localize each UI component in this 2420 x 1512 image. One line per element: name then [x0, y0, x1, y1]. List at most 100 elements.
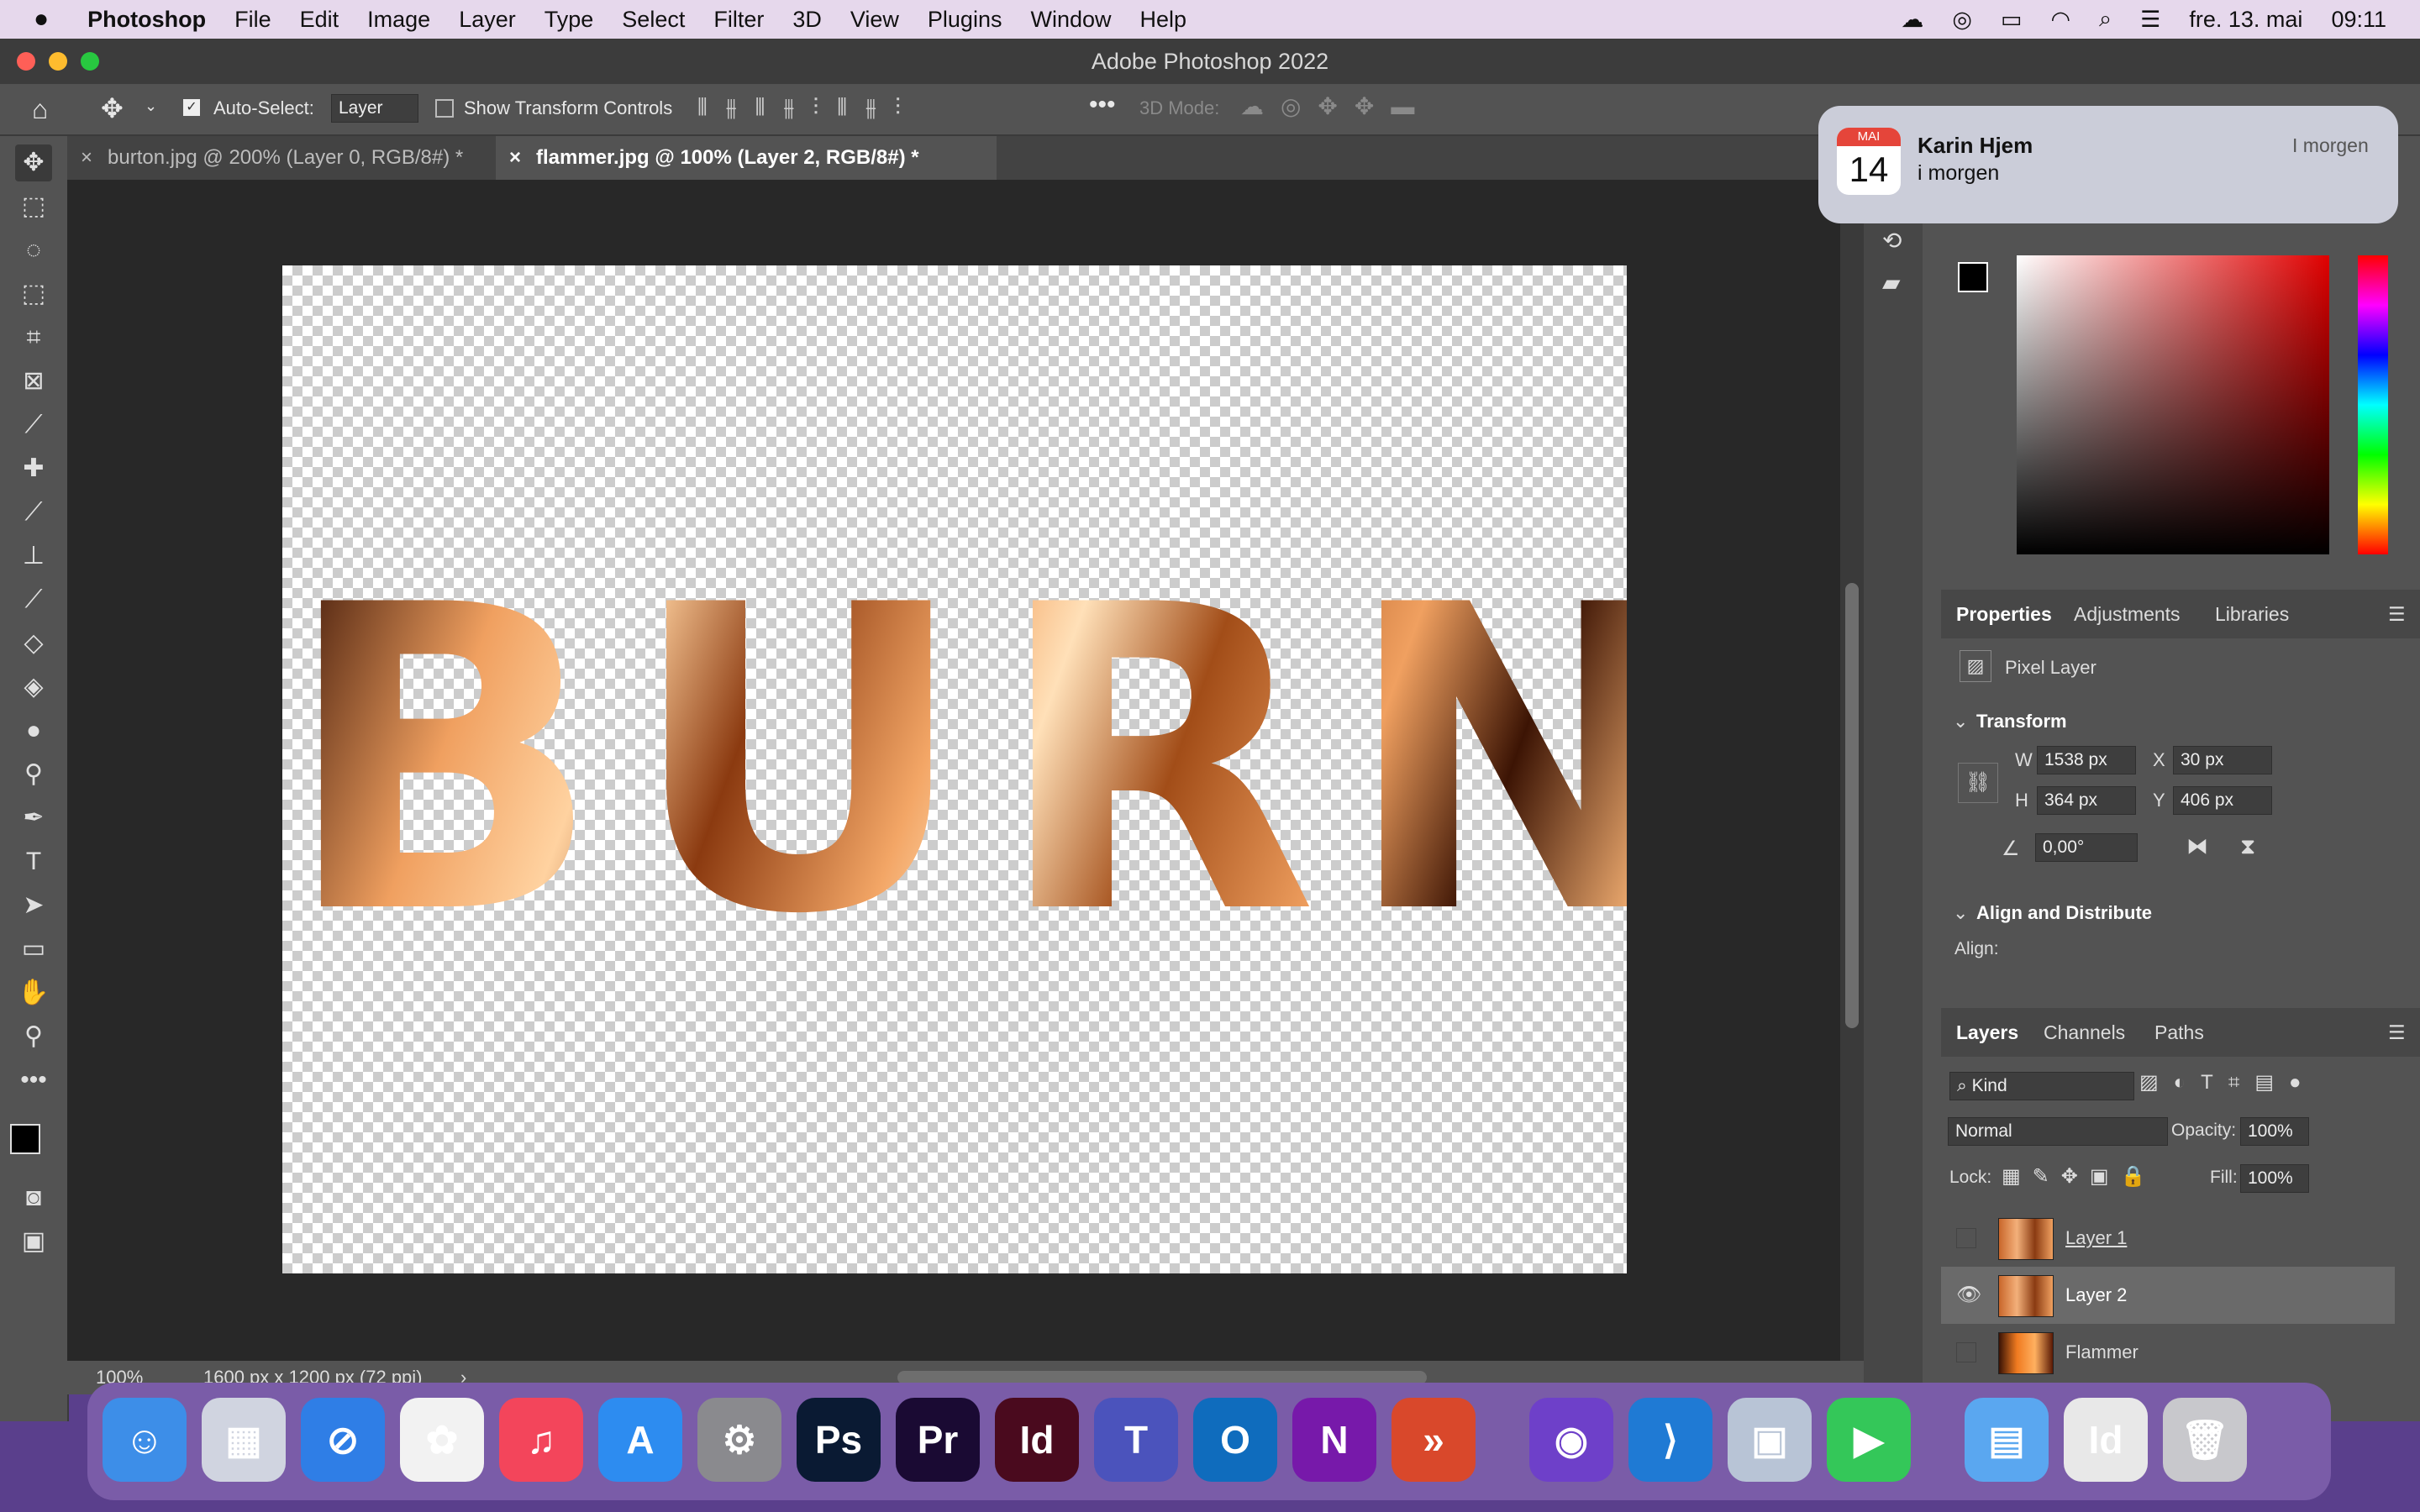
eyedropper-tool-icon[interactable]: ⟋	[15, 407, 52, 444]
close-window-button[interactable]	[17, 52, 35, 71]
dock-launchpad-icon[interactable]: ▦	[202, 1398, 286, 1482]
menu-view[interactable]: View	[850, 7, 899, 33]
minimize-window-button[interactable]	[49, 52, 67, 71]
menu-file[interactable]: File	[234, 7, 271, 33]
screen-mode-icon[interactable]: ▣	[15, 1223, 52, 1260]
dock-teams-icon[interactable]: T	[1094, 1398, 1178, 1482]
search-icon[interactable]: ⌕	[2099, 6, 2112, 33]
menu-image[interactable]: Image	[367, 7, 430, 33]
dock-onenote-icon[interactable]: N	[1292, 1398, 1376, 1482]
x-field[interactable]: 30 px	[2173, 746, 2272, 774]
dock-trash-icon[interactable]: 🗑	[2163, 1398, 2247, 1482]
3d-mode-icons[interactable]: ☁◎✥✥▬	[1240, 92, 1431, 120]
hue-slider[interactable]	[2358, 255, 2388, 554]
layer-row-layer-1[interactable]: Layer 1	[1941, 1210, 2395, 1267]
move-tool-icon[interactable]: ✥	[15, 144, 52, 181]
menu-filter[interactable]: Filter	[713, 7, 764, 33]
close-tab-icon[interactable]: ×	[81, 136, 92, 180]
app-menu[interactable]: Photoshop	[87, 7, 206, 33]
comments-icon[interactable]: ▰	[1882, 269, 1901, 297]
healing-brush-icon[interactable]: ✚	[15, 450, 52, 487]
dock-music-icon[interactable]: ♫	[499, 1398, 583, 1482]
dock-outlook-icon[interactable]: O	[1193, 1398, 1277, 1482]
dock-preview-icon[interactable]: ▣	[1728, 1398, 1812, 1482]
visibility-toggle[interactable]	[1956, 1342, 1976, 1362]
angle-field[interactable]: 0,00°	[2035, 833, 2138, 862]
frame-tool-icon[interactable]: ⊠	[15, 363, 52, 400]
creative-cloud-icon[interactable]: ◎	[1952, 7, 1972, 33]
visibility-toggle[interactable]	[1956, 1228, 1976, 1248]
home-icon[interactable]: ⌂	[32, 94, 48, 125]
lock-icons[interactable]: ▦✎✥▣🔒	[2002, 1164, 2157, 1189]
layer-filter-icons[interactable]: ▨◐T⌗▤●	[2139, 1070, 2317, 1095]
dock-facetime-icon[interactable]: ▶	[1827, 1398, 1911, 1482]
dock-premiere-pro-icon[interactable]: Pr	[896, 1398, 980, 1482]
dodge-tool-icon[interactable]: ⚲	[15, 756, 52, 793]
dock-github-desktop-icon[interactable]: ◉	[1529, 1398, 1613, 1482]
y-field[interactable]: 406 px	[2173, 786, 2272, 815]
layer-row-layer-2[interactable]: 👁 Layer 2	[1941, 1267, 2395, 1324]
cloud-icon[interactable]: ☁	[1901, 7, 1923, 33]
dock-app-store-icon[interactable]: A	[598, 1398, 682, 1482]
menu-help[interactable]: Help	[1140, 7, 1187, 33]
menubar-date[interactable]: fre. 13. mai	[2189, 7, 2302, 33]
tab-flammer[interactable]: × flammer.jpg @ 100% (Layer 2, RGB/8#) *	[496, 136, 997, 180]
menu-type[interactable]: Type	[544, 7, 594, 33]
dock-downloads-icon[interactable]: ▤	[1965, 1398, 2049, 1482]
panel-menu-icon[interactable]: ☰	[2388, 1008, 2406, 1057]
show-transform-checkbox[interactable]	[435, 99, 454, 118]
menu-layer[interactable]: Layer	[459, 7, 516, 33]
layer-name[interactable]: Layer 2	[2065, 1267, 2127, 1324]
paint-bucket-icon[interactable]: ◈	[15, 669, 52, 706]
stamp-tool-icon[interactable]: ⊥	[15, 538, 52, 575]
layer-row-flammer[interactable]: Flammer	[1941, 1324, 2395, 1381]
auto-select-dropdown[interactable]: Layer	[331, 94, 418, 123]
zoom-tool-icon[interactable]: ⚲	[15, 1018, 52, 1055]
lasso-tool-icon[interactable]: ◌	[15, 232, 52, 269]
fill-field[interactable]: 100%	[2240, 1164, 2309, 1193]
rectangle-tool-icon[interactable]: ▭	[15, 931, 52, 968]
blur-tool-icon[interactable]: ●	[15, 712, 52, 749]
chevron-down-icon[interactable]: ⌄	[1953, 902, 1968, 924]
dock-indesign-icon[interactable]: Id	[995, 1398, 1079, 1482]
edit-toolbar-icon[interactable]: •••	[15, 1062, 52, 1099]
wifi-icon[interactable]: ◠	[2050, 7, 2070, 33]
filter-kind-dropdown[interactable]: ⌕ Kind	[1949, 1072, 2134, 1100]
tab-paths[interactable]: Paths	[2154, 1008, 2204, 1057]
tab-libraries[interactable]: Libraries	[2215, 590, 2289, 638]
menu-edit[interactable]: Edit	[300, 7, 339, 33]
height-field[interactable]: 364 px	[2037, 786, 2136, 815]
chevron-down-icon[interactable]: ⌄	[145, 97, 157, 115]
zoom-window-button[interactable]	[81, 52, 99, 71]
apple-menu-icon[interactable]: ●	[34, 5, 49, 34]
tab-layers[interactable]: Layers	[1956, 1008, 2018, 1057]
dock-finder-icon[interactable]: ☺	[103, 1398, 187, 1482]
color-field[interactable]	[2017, 255, 2329, 554]
layer-name[interactable]: Flammer	[2065, 1324, 2139, 1381]
dock-safari-icon[interactable]: ⊘	[301, 1398, 385, 1482]
path-selection-icon[interactable]: ➤	[15, 887, 52, 924]
layer-name[interactable]: Layer 1	[2065, 1210, 2127, 1267]
crop-tool-icon[interactable]: ⌗	[15, 319, 52, 356]
dock-vs-code-icon[interactable]: ⟩	[1628, 1398, 1712, 1482]
marquee-tool-icon[interactable]: ⬚	[15, 188, 52, 225]
menu-3d[interactable]: 3D	[792, 7, 822, 33]
document-canvas[interactable]: BURN	[282, 265, 1695, 1273]
tab-channels[interactable]: Channels	[2044, 1008, 2125, 1057]
close-tab-icon[interactable]: ×	[509, 136, 521, 180]
menu-select[interactable]: Select	[622, 7, 685, 33]
dock-system-preferences-icon[interactable]: ⚙	[697, 1398, 781, 1482]
more-options-icon[interactable]: •••	[1089, 91, 1116, 119]
blend-mode-dropdown[interactable]: Normal	[1948, 1117, 2168, 1146]
brush-tool-icon[interactable]: ⟋	[15, 494, 52, 531]
dock-photoshop-icon[interactable]: Ps	[797, 1398, 881, 1482]
pen-tool-icon[interactable]: ✒	[15, 800, 52, 837]
dock-remote-desktop-icon[interactable]: »	[1392, 1398, 1476, 1482]
panel-menu-icon[interactable]: ☰	[2388, 590, 2406, 638]
width-field[interactable]: 1538 px	[2037, 746, 2136, 774]
hand-tool-icon[interactable]: ✋	[15, 974, 52, 1011]
chevron-down-icon[interactable]: ⌄	[1953, 711, 1968, 732]
color-foreground-swatch[interactable]	[1958, 262, 1988, 292]
opacity-field[interactable]: 100%	[2240, 1117, 2309, 1146]
object-selection-tool-icon[interactable]: ⬚	[15, 276, 52, 312]
